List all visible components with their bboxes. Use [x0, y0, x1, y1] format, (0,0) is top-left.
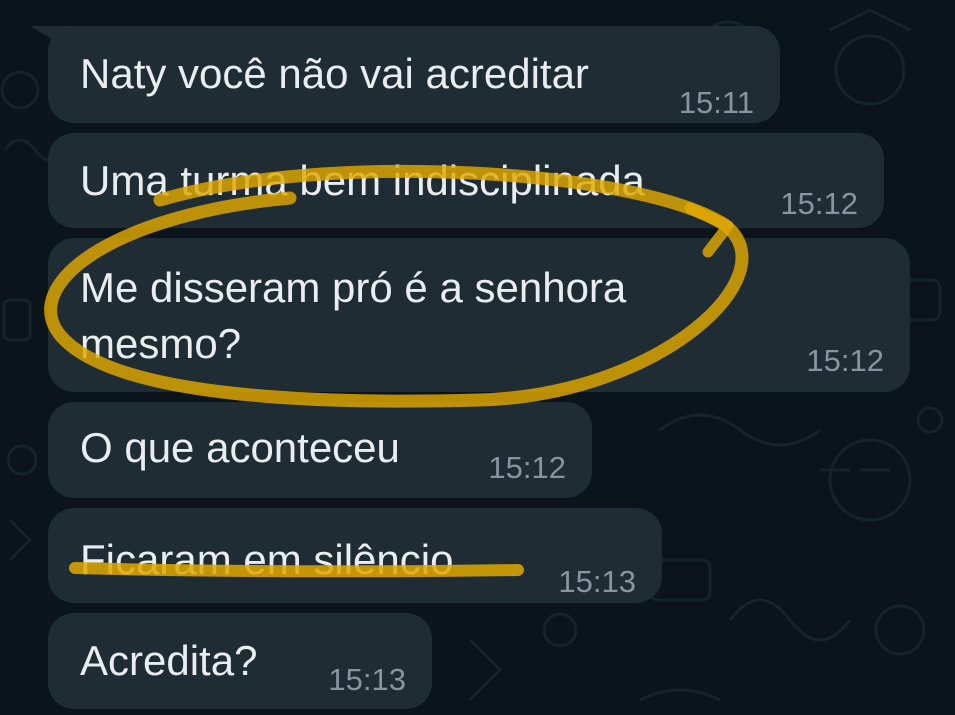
message-text-line-1: Me disseram pró é a senhora — [80, 264, 627, 311]
message-time: 15:12 — [806, 343, 884, 378]
message-time: 15:12 — [488, 450, 566, 485]
message-bubble[interactable]: Acredita? 15:13 — [48, 613, 432, 709]
message-time: 15:13 — [328, 662, 406, 697]
message-text: O que aconteceu — [80, 424, 400, 471]
message-bubble[interactable]: Uma turma bem indisciplinada 15:12 — [48, 133, 884, 228]
bubble-tail — [30, 26, 70, 50]
message-text-line-2: mesmo? — [80, 320, 242, 367]
message-text: Acredita? — [80, 637, 258, 684]
message-bubble[interactable]: Me disseram pró é a senhora mesmo? 15:12 — [48, 238, 910, 392]
message-bubble[interactable]: Ficaram em silêncio 15:13 — [48, 508, 662, 603]
message-time: 15:11 — [678, 85, 754, 120]
message-text: Ficaram em silêncio — [80, 536, 454, 583]
message-time: 15:12 — [780, 186, 858, 221]
chat-message-list: Naty você não vai acreditar 15:11 Uma tu… — [0, 0, 955, 715]
message-time: 15:13 — [558, 564, 636, 599]
message-bubble[interactable]: O que aconteceu 15:12 — [48, 402, 592, 498]
message-bubble[interactable]: Naty você não vai acreditar 15:11 — [30, 26, 780, 123]
message-text: Naty você não vai acreditar — [80, 50, 589, 97]
message-text: Uma turma bem indisciplinada — [80, 157, 645, 204]
